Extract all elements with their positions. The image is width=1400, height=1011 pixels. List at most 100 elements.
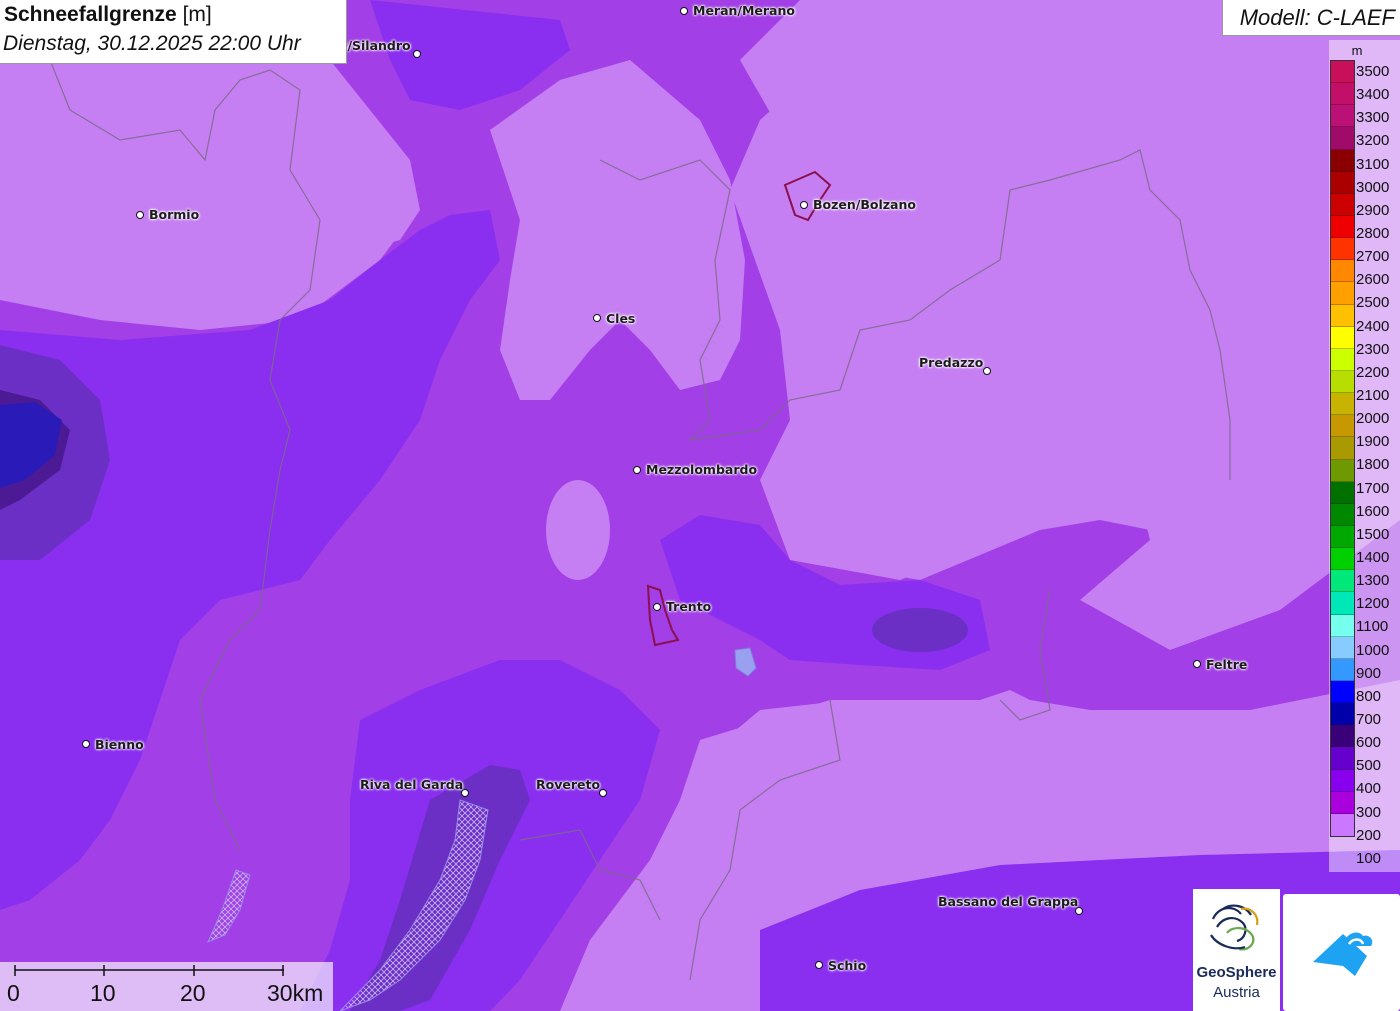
- legend-swatch: [1331, 592, 1354, 615]
- legend-bar: [1330, 60, 1355, 837]
- model-label: Modell: C-LAEF: [1239, 5, 1395, 30]
- legend-swatch: [1331, 260, 1354, 283]
- snowline-map: [0, 0, 1400, 1011]
- city-dot: [1193, 660, 1201, 668]
- city-label-rovereto: Rovereto: [536, 777, 601, 792]
- legend-swatch: [1331, 61, 1354, 84]
- legend-label: 200: [1356, 826, 1382, 844]
- legend-label: 2100: [1356, 386, 1390, 404]
- city-label-silandro: s/Silandro: [340, 38, 411, 53]
- geosphere-name: GeoSphere: [1196, 964, 1277, 981]
- legend-label: 1400: [1356, 548, 1390, 566]
- city-label-meran: Meran/Merano: [693, 3, 795, 18]
- legend-label: 3100: [1356, 155, 1390, 173]
- legend-label: 700: [1356, 710, 1382, 728]
- scale-label-0: 0: [7, 980, 20, 1006]
- legend-label: 2800: [1356, 224, 1390, 242]
- scale-label-10: 10: [90, 980, 116, 1006]
- city-dot: [983, 367, 991, 375]
- legend-label: 400: [1356, 780, 1382, 798]
- legend-swatch: [1331, 437, 1354, 460]
- city-label-predazzo: Predazzo: [919, 355, 984, 370]
- city-dot: [815, 961, 823, 969]
- legend-label: 500: [1356, 757, 1382, 775]
- weather-app-logo[interactable]: [1283, 894, 1400, 1011]
- legend-label: 800: [1356, 687, 1382, 705]
- zone-100m-east: [740, 0, 1400, 580]
- map-title-text: Schneefallgrenze: [4, 3, 177, 26]
- legend-label: 900: [1356, 664, 1382, 682]
- legend-label: 3300: [1356, 109, 1390, 127]
- legend-swatch: [1331, 525, 1354, 549]
- legend-label: 300: [1356, 803, 1382, 821]
- legend-label: 1800: [1356, 456, 1390, 474]
- city-label-bassano: Bassano del Grappa: [938, 894, 1079, 909]
- city-label-bienno: Bienno: [95, 737, 144, 752]
- geosphere-logo[interactable]: GeoSphere Austria: [1193, 889, 1280, 1011]
- legend-swatch: [1331, 614, 1354, 637]
- zone-100m-island: [546, 480, 610, 580]
- city-dot: [800, 201, 808, 209]
- scale-bar: 0 10 20 30km: [0, 962, 333, 1011]
- city-label-cles: Cles: [606, 311, 636, 326]
- legend-label: 2900: [1356, 201, 1390, 219]
- legend-swatch: [1331, 680, 1354, 704]
- legend-label: 2200: [1356, 363, 1390, 381]
- legend-swatch: [1331, 548, 1354, 571]
- city-label-riva: Riva del Garda: [360, 777, 464, 792]
- legend-swatch: [1331, 238, 1354, 261]
- model-box: Modell: C-LAEF: [1222, 0, 1400, 36]
- legend-swatch: [1331, 171, 1354, 194]
- legend-swatch: [1331, 791, 1354, 814]
- city-label-bormio: Bormio: [149, 207, 200, 222]
- legend-swatch: [1331, 193, 1354, 216]
- legend-labels: 3500 3400 3300 3200 3100 3000 2900 2800 2700 2600…: [1354, 60, 1400, 870]
- legend-label: 1500: [1356, 525, 1390, 543]
- legend-swatch: [1331, 326, 1354, 349]
- legend-label: 2500: [1356, 294, 1390, 312]
- legend-swatch: [1331, 636, 1354, 659]
- city-label-mezzolombardo: Mezzolombardo: [646, 462, 758, 477]
- legend-swatch: [1331, 127, 1354, 150]
- legend-swatch: [1331, 481, 1354, 504]
- geosphere-country: Austria: [1213, 984, 1260, 1001]
- legend-swatch: [1331, 348, 1354, 371]
- legend-swatch: [1331, 503, 1354, 526]
- city-dot: [82, 740, 90, 748]
- legend-swatch: [1331, 813, 1354, 836]
- scale-label-20: 20: [180, 980, 206, 1006]
- legend-label: 100: [1356, 849, 1382, 867]
- house-cloud-icon: [1313, 932, 1373, 976]
- legend-label: 3000: [1356, 178, 1390, 196]
- geosphere-emblem-icon: [1210, 904, 1259, 951]
- legend-label: 1000: [1356, 641, 1390, 659]
- legend-label: 3500: [1356, 63, 1390, 80]
- legend-swatch: [1331, 282, 1354, 305]
- city-dot: [653, 603, 661, 611]
- scale-label-30km: 30km: [267, 980, 324, 1006]
- legend-swatch: [1331, 149, 1354, 172]
- color-legend: m 3500 3400 3300 3200 3100 3000 2900 2800 2700 26…: [1329, 40, 1400, 872]
- city-label-trento: Trento: [666, 599, 712, 614]
- map-title: Schneefallgrenze [m]: [4, 3, 212, 27]
- legend-swatch: [1331, 725, 1354, 748]
- legend-label: 1200: [1356, 595, 1390, 613]
- city-dot: [633, 466, 641, 474]
- city-dot: [680, 7, 688, 15]
- legend-swatch: [1331, 393, 1354, 416]
- legend-swatch: [1331, 415, 1354, 438]
- legend-label: 3400: [1356, 86, 1390, 104]
- city-label-schio: Schio: [828, 958, 867, 973]
- legend-label: 1900: [1356, 433, 1390, 451]
- legend-unit: m: [1351, 43, 1363, 58]
- city-dot: [593, 314, 601, 322]
- legend-label: 2600: [1356, 271, 1390, 289]
- legend-label: 1600: [1356, 502, 1390, 520]
- legend-label: 600: [1356, 734, 1382, 752]
- city-label-feltre: Feltre: [1206, 657, 1248, 672]
- legend-swatch: [1331, 747, 1354, 770]
- legend-label: 2700: [1356, 248, 1390, 266]
- legend-swatch: [1331, 459, 1354, 482]
- map-datetime: Dienstag, 30.12.2025 22:00 Uhr: [3, 32, 301, 55]
- legend-label: 1300: [1356, 572, 1390, 590]
